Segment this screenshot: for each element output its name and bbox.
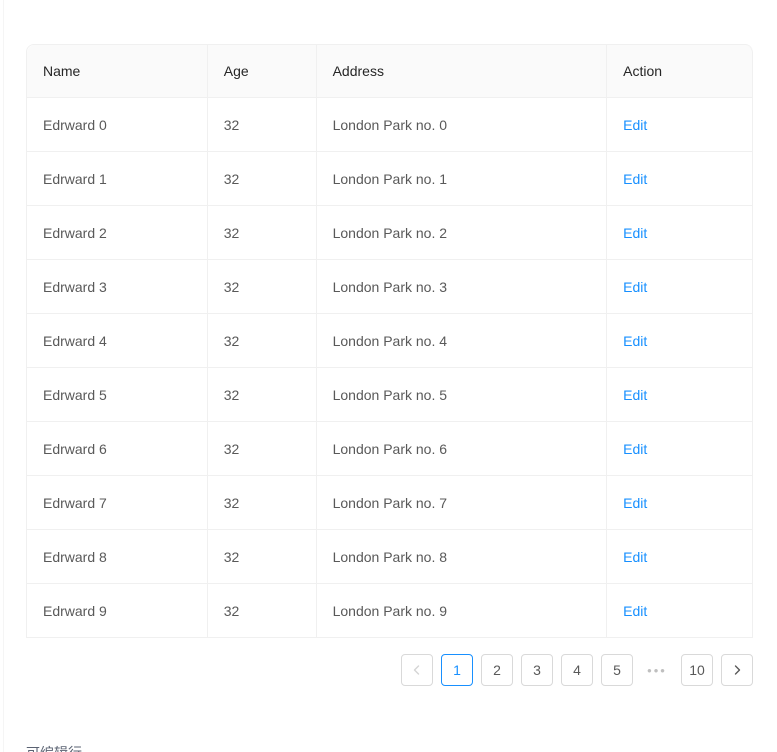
column-header-action[interactable]: Action — [607, 45, 753, 98]
pagination-page-1[interactable]: 1 — [441, 654, 473, 686]
edit-link[interactable]: Edit — [623, 117, 647, 133]
edit-link[interactable]: Edit — [623, 279, 647, 295]
cell-age: 32 — [207, 530, 317, 584]
cell-age: 32 — [207, 152, 317, 206]
cell-address: London Park no. 9 — [316, 584, 608, 638]
cell-address: London Park no. 6 — [316, 422, 608, 476]
data-table-container: Name Age Address Action Edrward 0 32 Lon… — [26, 44, 753, 638]
cell-name: Edrward 7 — [27, 476, 208, 530]
pagination: 1 2 3 4 5 ••• 10 — [401, 654, 753, 686]
cell-action: Edit — [607, 206, 753, 260]
cell-name: Edrward 5 — [27, 368, 208, 422]
cell-name: Edrward 9 — [27, 584, 208, 638]
table-body: Edrward 0 32 London Park no. 0 Edit Edrw… — [27, 98, 753, 638]
cell-name: Edrward 4 — [27, 314, 208, 368]
cell-action: Edit — [607, 530, 753, 584]
edit-link[interactable]: Edit — [623, 495, 647, 511]
chevron-left-icon — [411, 664, 423, 676]
cell-address: London Park no. 3 — [316, 260, 608, 314]
cell-action: Edit — [607, 314, 753, 368]
pagination-prev-button[interactable] — [401, 654, 433, 686]
cell-age: 32 — [207, 368, 317, 422]
cell-action: Edit — [607, 152, 753, 206]
cell-address: London Park no. 0 — [316, 98, 608, 152]
edit-link[interactable]: Edit — [623, 171, 647, 187]
cell-age: 32 — [207, 98, 317, 152]
cell-address: London Park no. 4 — [316, 314, 608, 368]
edit-link[interactable]: Edit — [623, 387, 647, 403]
cell-age: 32 — [207, 206, 317, 260]
table-header: Name Age Address Action — [27, 45, 753, 98]
edit-link[interactable]: Edit — [623, 333, 647, 349]
cell-age: 32 — [207, 260, 317, 314]
cell-action: Edit — [607, 422, 753, 476]
table-row: Edrward 3 32 London Park no. 3 Edit — [27, 260, 753, 314]
page-container-edge — [3, 0, 4, 752]
cell-address: London Park no. 5 — [316, 368, 608, 422]
table-row: Edrward 9 32 London Park no. 9 Edit — [27, 584, 753, 638]
column-header-name[interactable]: Name — [27, 45, 208, 98]
cell-name: Edrward 0 — [27, 98, 208, 152]
cell-address: London Park no. 8 — [316, 530, 608, 584]
data-table: Name Age Address Action Edrward 0 32 Lon… — [26, 44, 753, 638]
cell-name: Edrward 1 — [27, 152, 208, 206]
cell-age: 32 — [207, 314, 317, 368]
pagination-page-2[interactable]: 2 — [481, 654, 513, 686]
edit-link[interactable]: Edit — [623, 549, 647, 565]
cell-name: Edrward 2 — [27, 206, 208, 260]
page-root: Name Age Address Action Edrward 0 32 Lon… — [0, 0, 777, 752]
cell-address: London Park no. 7 — [316, 476, 608, 530]
pagination-jump-next-ellipsis[interactable]: ••• — [641, 654, 673, 686]
pagination-next-button[interactable] — [721, 654, 753, 686]
section-caption: 可编辑行 — [26, 742, 82, 752]
table-row: Edrward 2 32 London Park no. 2 Edit — [27, 206, 753, 260]
cell-address: London Park no. 1 — [316, 152, 608, 206]
cell-age: 32 — [207, 476, 317, 530]
table-row: Edrward 6 32 London Park no. 6 Edit — [27, 422, 753, 476]
column-header-age[interactable]: Age — [207, 45, 317, 98]
cell-address: London Park no. 2 — [316, 206, 608, 260]
cell-age: 32 — [207, 584, 317, 638]
pagination-page-4[interactable]: 4 — [561, 654, 593, 686]
table-header-row: Name Age Address Action — [27, 45, 753, 98]
edit-link[interactable]: Edit — [623, 603, 647, 619]
cell-action: Edit — [607, 368, 753, 422]
cell-action: Edit — [607, 476, 753, 530]
chevron-right-icon — [731, 664, 743, 676]
cell-age: 32 — [207, 422, 317, 476]
pagination-page-last[interactable]: 10 — [681, 654, 713, 686]
table-row: Edrward 1 32 London Park no. 1 Edit — [27, 152, 753, 206]
cell-action: Edit — [607, 260, 753, 314]
pagination-page-3[interactable]: 3 — [521, 654, 553, 686]
cell-name: Edrward 3 — [27, 260, 208, 314]
table-row: Edrward 5 32 London Park no. 5 Edit — [27, 368, 753, 422]
table-row: Edrward 7 32 London Park no. 7 Edit — [27, 476, 753, 530]
table-row: Edrward 4 32 London Park no. 4 Edit — [27, 314, 753, 368]
cell-action: Edit — [607, 98, 753, 152]
cell-name: Edrward 8 — [27, 530, 208, 584]
edit-link[interactable]: Edit — [623, 441, 647, 457]
table-row: Edrward 8 32 London Park no. 8 Edit — [27, 530, 753, 584]
edit-link[interactable]: Edit — [623, 225, 647, 241]
table-row: Edrward 0 32 London Park no. 0 Edit — [27, 98, 753, 152]
column-header-address[interactable]: Address — [316, 45, 608, 98]
pagination-page-5[interactable]: 5 — [601, 654, 633, 686]
cell-name: Edrward 6 — [27, 422, 208, 476]
cell-action: Edit — [607, 584, 753, 638]
